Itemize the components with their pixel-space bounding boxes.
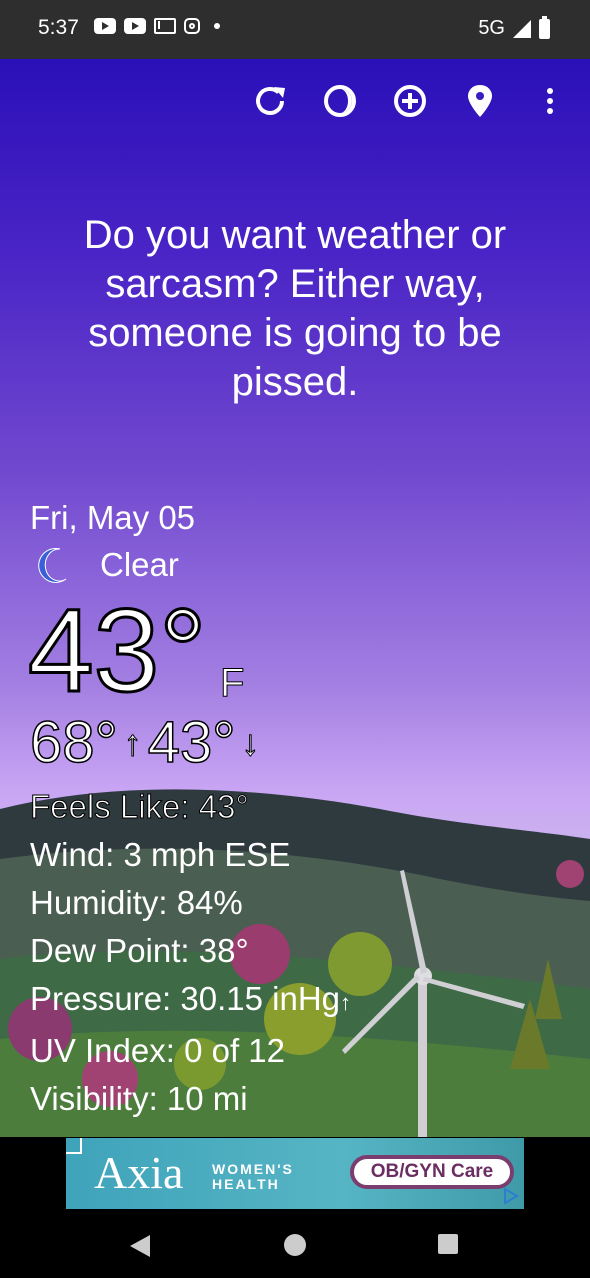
network-type: 5G: [478, 17, 505, 39]
battery-icon: [539, 15, 550, 39]
sarcastic-quote: Do you want weather or sarcasm? Either w…: [83, 213, 507, 404]
low-temperature: 43°: [147, 709, 236, 776]
theme-icon[interactable]: [320, 81, 360, 121]
high-low-row: 68° ↑ 43° ↓: [29, 709, 265, 776]
forecast-date: Fri, May 05: [30, 499, 196, 536]
signal-icon: [513, 19, 531, 38]
uv-index: UV Index: 0 of 12: [30, 1032, 285, 1069]
ad-flag-icon: [66, 1138, 82, 1154]
dew-point: Dew Point: 38°: [30, 932, 249, 969]
notification-icons: [94, 18, 220, 34]
visibility: Visibility: 10 mi: [30, 1080, 248, 1117]
ad-cta-button[interactable]: OB/GYN Care: [350, 1155, 514, 1189]
arrow-up-icon: ↑: [123, 721, 142, 763]
condition-row: Clear: [36, 546, 179, 584]
humidity: Humidity: 84%: [30, 884, 243, 921]
high-temperature: 68°: [29, 709, 118, 776]
location-pin-icon[interactable]: [460, 81, 500, 121]
wind: Wind: 3 mph ESE: [30, 836, 291, 873]
temperature-unit: F: [219, 661, 245, 706]
arrow-up-icon: ↑: [340, 990, 352, 1015]
toolbar: [250, 81, 570, 121]
system-icons: 5G: [478, 15, 550, 40]
adchoices-icon[interactable]: [502, 1187, 520, 1205]
status-time: 5:37: [38, 16, 79, 39]
youtube-icon: [124, 18, 146, 34]
refresh-icon[interactable]: [250, 81, 290, 121]
ad-subtitle-line1: WOMEN'S: [212, 1161, 294, 1177]
ad-subtitle-line2: HEALTH: [212, 1176, 280, 1192]
weather-background: Do you want weather or sarcasm? Either w…: [0, 59, 590, 1137]
back-icon[interactable]: [130, 1235, 150, 1257]
instagram-icon: [184, 18, 200, 34]
pressure: Pressure: 30.15 inHg: [30, 980, 341, 1017]
pressure-row: Pressure: 30.15 inHg↑: [30, 975, 351, 1027]
condition-text: Clear: [100, 546, 179, 583]
gmail-icon: [154, 18, 176, 34]
weather-details: Feels Like: 43° Wind: 3 mph ESE Humidity…: [29, 783, 351, 1123]
ad-brand-logo: Axia: [94, 1147, 184, 1198]
arrow-down-icon: ↓: [241, 721, 260, 763]
dot-icon: [214, 23, 220, 29]
recents-icon[interactable]: [438, 1234, 458, 1254]
ad-subtitle: WOMEN'S HEALTH: [212, 1162, 294, 1192]
more-vert-icon[interactable]: [530, 81, 570, 121]
add-location-icon[interactable]: [390, 81, 430, 121]
youtube-icon: [94, 18, 116, 34]
ad-banner[interactable]: Axia WOMEN'S HEALTH OB/GYN Care: [66, 1138, 524, 1209]
status-bar: 5:37 5G: [0, 0, 590, 59]
navigation-bar: [0, 1215, 590, 1278]
feels-like: Feels Like: 43°: [29, 788, 249, 826]
home-icon[interactable]: [284, 1234, 306, 1256]
moon-icon: [38, 547, 67, 583]
current-temperature: 43°: [26, 584, 207, 719]
